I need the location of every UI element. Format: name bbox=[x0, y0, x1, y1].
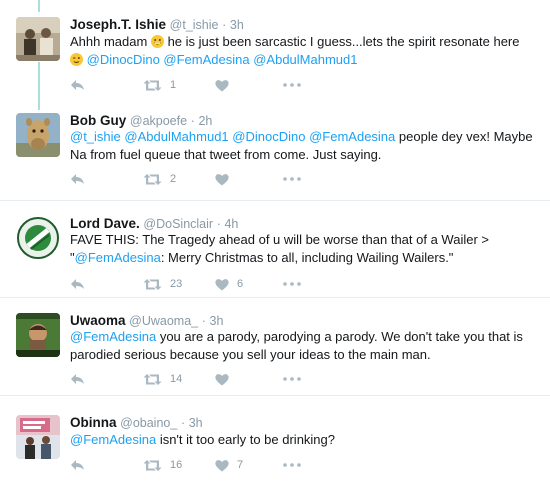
timestamp[interactable]: 2h bbox=[198, 114, 212, 128]
mention-link[interactable]: @FemAdesina bbox=[75, 250, 161, 265]
tweet-text-part: isn't it too early to be drinking? bbox=[159, 432, 336, 447]
reply-button[interactable] bbox=[70, 276, 85, 292]
tweet-header: Obinna @obaino_ · 3h bbox=[70, 415, 203, 430]
reply-button[interactable] bbox=[70, 371, 85, 387]
avatar[interactable] bbox=[16, 17, 60, 61]
retweet-count: 1 bbox=[170, 79, 177, 91]
mention-link[interactable]: @AbdulMahmud1 bbox=[124, 129, 228, 144]
avatar[interactable] bbox=[16, 113, 60, 157]
more-button[interactable] bbox=[283, 171, 301, 187]
more-dots-icon bbox=[283, 177, 301, 181]
mention-link[interactable]: @AbdulMahmud1 bbox=[253, 52, 357, 67]
tweet-text-part: FAVE THIS: The Tragedy ahead of u will b… bbox=[70, 232, 489, 247]
winking-face-emoji-icon bbox=[70, 52, 83, 66]
timestamp[interactable]: 3h bbox=[230, 18, 244, 32]
like-button[interactable]: 6 bbox=[215, 276, 243, 292]
tweet-text-part: Ahhh madam bbox=[70, 34, 148, 49]
user-handle[interactable]: @DoSinclair bbox=[143, 217, 213, 231]
mention-link[interactable]: @DinocDino bbox=[87, 52, 160, 67]
reply-icon bbox=[71, 374, 84, 384]
reply-icon bbox=[71, 460, 84, 470]
more-button[interactable] bbox=[283, 457, 301, 473]
retweet-count: 16 bbox=[170, 459, 183, 471]
avatar[interactable] bbox=[16, 216, 60, 260]
tweet-joseph[interactable]: Joseph.T. Ishie @t_ishie · 3h Ahhh madam… bbox=[0, 0, 550, 103]
mention-link[interactable]: @DinocDino bbox=[232, 129, 305, 144]
tweet-text: @FemAdesina isn't it too early to be dri… bbox=[70, 431, 534, 449]
tweet-header: Lord Dave. @DoSinclair · 4h bbox=[70, 216, 239, 231]
like-count: 7 bbox=[237, 459, 244, 471]
reply-button[interactable] bbox=[70, 171, 85, 187]
like-button[interactable] bbox=[215, 171, 237, 187]
retweet-icon bbox=[143, 459, 162, 471]
user-handle[interactable]: @akpoefe bbox=[130, 114, 187, 128]
tweet-text-part: : Merry Christmas to all, including Wail… bbox=[160, 249, 454, 265]
user-name[interactable]: Bob Guy bbox=[70, 113, 126, 128]
user-name[interactable]: Obinna bbox=[70, 415, 117, 430]
user-name[interactable]: Lord Dave. bbox=[70, 216, 140, 231]
tweet-text-part: he is just been sarcastic I guess...lets… bbox=[167, 34, 520, 49]
avatar[interactable] bbox=[16, 313, 60, 357]
reply-button[interactable] bbox=[70, 457, 85, 473]
tweet-header: Bob Guy @akpoefe · 2h bbox=[70, 113, 213, 128]
heart-icon bbox=[215, 459, 229, 471]
user-handle[interactable]: @obaino_ bbox=[120, 416, 177, 430]
retweet-button[interactable]: 16 bbox=[143, 457, 182, 473]
retweet-icon bbox=[143, 173, 162, 185]
retweet-count: 2 bbox=[170, 173, 177, 185]
heart-icon bbox=[215, 79, 229, 91]
reply-icon bbox=[71, 279, 84, 289]
avatar[interactable] bbox=[16, 415, 60, 459]
reply-icon bbox=[71, 174, 84, 184]
more-button[interactable] bbox=[283, 371, 301, 387]
retweet-button[interactable]: 23 bbox=[143, 276, 182, 292]
tweet-obinna[interactable]: Obinna @obaino_ · 3h @FemAdesina isn't i… bbox=[0, 395, 550, 482]
mention-link[interactable]: @FemAdesina bbox=[70, 329, 156, 344]
retweet-count: 23 bbox=[170, 278, 183, 290]
retweet-icon bbox=[143, 278, 162, 290]
tweet-header: Uwaoma @Uwaoma_ · 3h bbox=[70, 313, 224, 328]
more-dots-icon bbox=[283, 377, 301, 381]
tweet-header: Joseph.T. Ishie @t_ishie · 3h bbox=[70, 17, 244, 32]
tweet-text: Ahhh madam he is just been sarcastic I g… bbox=[70, 33, 534, 68]
timestamp[interactable]: 4h bbox=[224, 217, 238, 231]
like-button[interactable] bbox=[215, 371, 237, 387]
retweet-icon bbox=[143, 373, 162, 385]
more-dots-icon bbox=[283, 83, 301, 87]
reply-button[interactable] bbox=[70, 77, 85, 93]
tweet-lord-dave[interactable]: Lord Dave. @DoSinclair · 4h FAVE THIS: T… bbox=[0, 200, 550, 297]
more-button[interactable] bbox=[283, 77, 301, 93]
heart-icon bbox=[215, 173, 229, 185]
tweet-uwaoma[interactable]: Uwaoma @Uwaoma_ · 3h @FemAdesina you are… bbox=[0, 297, 550, 395]
retweet-count: 14 bbox=[170, 373, 183, 385]
reply-icon bbox=[71, 80, 84, 90]
grinning-face-emoji-icon bbox=[150, 35, 164, 48]
more-button[interactable] bbox=[283, 276, 301, 292]
tweet-text: @t_ishie @AbdulMahmud1 @DinocDino @FemAd… bbox=[70, 128, 534, 163]
retweet-button[interactable]: 2 bbox=[143, 171, 176, 187]
tweet-text: @FemAdesina you are a parody, parodying … bbox=[70, 328, 534, 363]
user-handle[interactable]: @Uwaoma_ bbox=[129, 314, 198, 328]
tweet-text: FAVE THIS: The Tragedy ahead of u will b… bbox=[70, 231, 534, 266]
heart-icon bbox=[215, 373, 229, 385]
mention-link[interactable]: @FemAdesina bbox=[70, 432, 156, 447]
retweet-button[interactable]: 1 bbox=[143, 77, 176, 93]
tweet-bob-guy[interactable]: Bob Guy @akpoefe · 2h @t_ishie @AbdulMah… bbox=[0, 103, 550, 200]
user-name[interactable]: Joseph.T. Ishie bbox=[70, 17, 166, 32]
like-button[interactable]: 7 bbox=[215, 457, 243, 473]
timestamp[interactable]: 3h bbox=[210, 314, 224, 328]
mention-link[interactable]: @t_ishie bbox=[70, 129, 121, 144]
mention-link[interactable]: @FemAdesina bbox=[309, 129, 395, 144]
like-button[interactable] bbox=[215, 77, 237, 93]
retweet-icon bbox=[143, 79, 162, 91]
user-name[interactable]: Uwaoma bbox=[70, 313, 126, 328]
timestamp[interactable]: 3h bbox=[189, 416, 203, 430]
like-count: 6 bbox=[237, 278, 244, 290]
more-dots-icon bbox=[283, 282, 301, 286]
user-handle[interactable]: @t_ishie bbox=[170, 18, 219, 32]
retweet-button[interactable]: 14 bbox=[143, 371, 182, 387]
more-dots-icon bbox=[283, 463, 301, 467]
heart-icon bbox=[215, 278, 229, 290]
mention-link[interactable]: @FemAdesina bbox=[163, 52, 249, 67]
